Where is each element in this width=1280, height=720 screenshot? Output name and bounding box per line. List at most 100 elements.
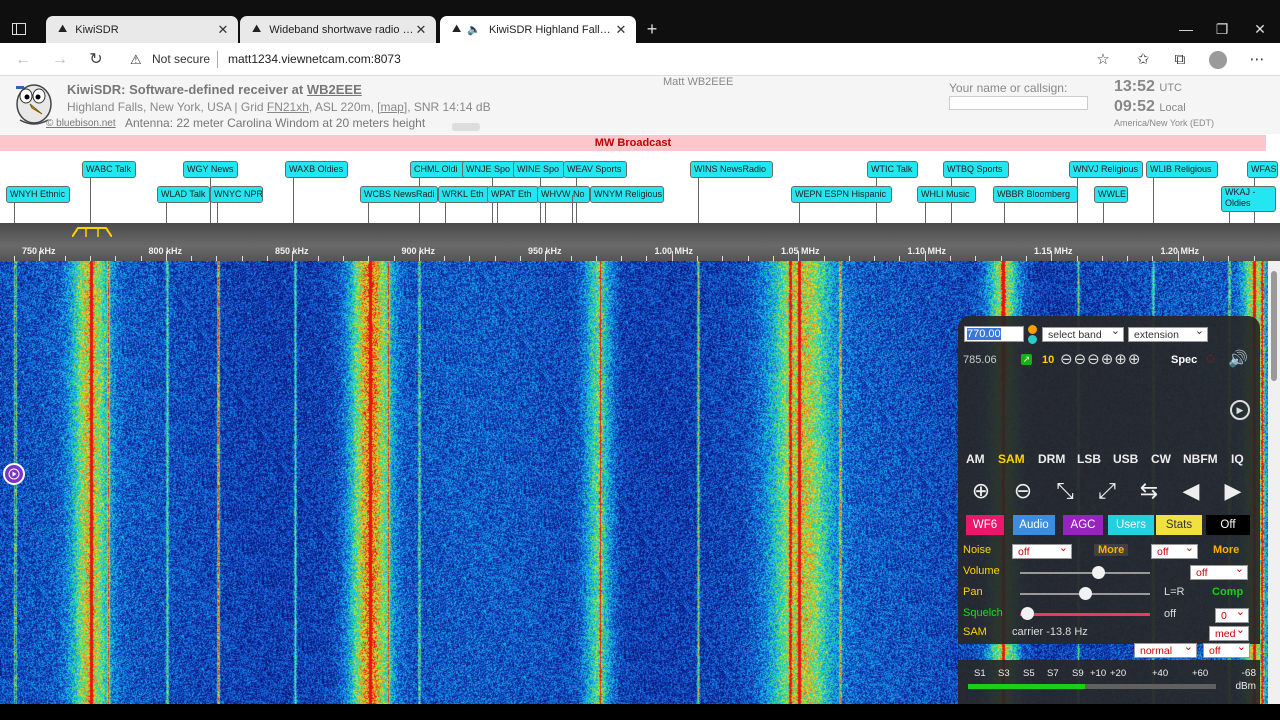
mode-button-am[interactable]: AM xyxy=(966,452,985,466)
panel-tab-users[interactable]: Users xyxy=(1108,515,1154,535)
header-collapse-toggle[interactable] xyxy=(452,123,480,131)
spec-button[interactable]: Spec xyxy=(1171,354,1197,366)
callsign-link[interactable]: WB2EEE xyxy=(307,82,362,97)
dx-label[interactable]: WTIC Talk xyxy=(867,161,918,178)
dx-label[interactable]: WINS NewsRadio xyxy=(690,161,773,178)
noise-more-1-button[interactable]: More xyxy=(1094,544,1129,556)
new-tab-button[interactable]: + xyxy=(642,20,662,40)
dx-label[interactable]: WNYC NPR xyxy=(210,186,263,203)
zoom-controls-icon[interactable]: ⊖⊖⊖⊕⊕⊕ xyxy=(1060,350,1141,368)
map-link[interactable]: map xyxy=(381,100,404,114)
frequency-scale[interactable]: 750 kHz 800 kHz 850 kHz 900 kHz 950 kHz 1.00 … xyxy=(0,223,1280,261)
restore-button[interactable]: ❐ xyxy=(1213,20,1231,38)
extension-select[interactable]: extension xyxy=(1128,324,1208,342)
volume-slider-knob[interactable] xyxy=(1092,566,1105,579)
url-field[interactable]: matt1234.viewnetcam.com:8073 xyxy=(228,52,401,66)
dx-label[interactable]: WHVW No xyxy=(537,186,590,203)
tab-kiwisdr-highland[interactable]: ⛰ 🔈 KiwiSDR Highland Falls, New York ✕ xyxy=(440,16,636,43)
mode-button-nbfm[interactable]: NBFM xyxy=(1183,452,1218,466)
zoom-band-icon[interactable]: ⤡ xyxy=(1050,476,1080,506)
add-favorite-icon[interactable]: ☆ xyxy=(1093,50,1113,70)
tab-actions-icon[interactable] xyxy=(8,20,30,38)
freq-down-icon[interactable] xyxy=(1028,335,1037,344)
back-icon[interactable]: ← xyxy=(14,51,32,69)
panel-tab-wf6[interactable]: WF6 xyxy=(966,515,1004,535)
security-status[interactable]: Not secure xyxy=(152,52,210,66)
record-icon[interactable]: ◌ xyxy=(1206,350,1215,367)
comp-button[interactable]: Comp xyxy=(1212,586,1243,598)
sam-select-2[interactable]: normal xyxy=(1134,640,1197,658)
page-right-icon[interactable]: ▶ xyxy=(1218,476,1248,506)
minimize-button[interactable]: — xyxy=(1177,20,1195,38)
close-window-button[interactable]: ✕ xyxy=(1251,20,1269,38)
panel-tab-stats[interactable]: Stats xyxy=(1156,515,1202,535)
mode-button-drm[interactable]: DRM xyxy=(1038,452,1065,466)
dx-label[interactable]: WKAJ - Oldies xyxy=(1221,186,1276,212)
dx-label[interactable]: CHML Oldi xyxy=(410,161,467,178)
freq-up-icon[interactable] xyxy=(1028,325,1037,334)
dx-label[interactable]: WFAS Talk xyxy=(1247,161,1278,178)
noise-select-1[interactable]: off xyxy=(1012,541,1072,559)
band-select[interactable]: select band xyxy=(1042,324,1124,342)
close-icon[interactable]: ✕ xyxy=(216,22,230,37)
warning-icon[interactable]: ⚠ xyxy=(130,52,142,68)
pan-slider-knob[interactable] xyxy=(1079,587,1092,600)
zoom-in-icon[interactable]: ⊕ xyxy=(966,476,996,506)
dx-label[interactable]: WNJE Spo xyxy=(462,161,517,178)
dx-label[interactable]: WCBS NewsRadi xyxy=(360,186,438,203)
more-menu-icon[interactable]: ⋯ xyxy=(1247,50,1267,70)
squelch-select[interactable]: 0 xyxy=(1215,605,1249,623)
band-name-strip[interactable]: MW Broadcast xyxy=(0,135,1266,151)
dx-label[interactable]: WLAD Talk xyxy=(157,186,210,203)
mode-button-sam[interactable]: SAM xyxy=(998,452,1025,466)
pan-arrows-icon[interactable]: ⇆ xyxy=(1134,476,1164,506)
noise-more-2-button[interactable]: More xyxy=(1213,544,1239,556)
dx-label[interactable]: WNVJ Religious xyxy=(1069,161,1143,178)
grid-link[interactable]: FN21xh xyxy=(267,100,309,114)
reload-icon[interactable]: ↻ xyxy=(87,51,105,69)
dx-label[interactable]: WEPN ESPN Hispanic xyxy=(791,186,892,203)
squelch-slider[interactable] xyxy=(1020,613,1150,616)
noise-select-2[interactable]: off xyxy=(1151,541,1198,559)
panel-tab-off[interactable]: Off xyxy=(1206,515,1250,535)
panel-tab-audio[interactable]: Audio xyxy=(1013,515,1055,535)
passband-marker-icon[interactable] xyxy=(72,227,112,237)
mode-button-usb[interactable]: USB xyxy=(1113,452,1138,466)
vertical-scrollbar[interactable] xyxy=(1268,261,1280,720)
zoom-out-icon[interactable]: ⊖ xyxy=(1008,476,1038,506)
page-left-icon[interactable]: ◀ xyxy=(1176,476,1206,506)
favorites-icon[interactable]: ✩ xyxy=(1133,50,1153,70)
scrollbar-thumb[interactable] xyxy=(1271,271,1277,381)
collections-icon[interactable]: ⧉ xyxy=(1170,50,1190,70)
volume-slider[interactable] xyxy=(1020,572,1150,574)
dx-label[interactable]: WINE Spo xyxy=(513,161,565,178)
frequency-input[interactable]: 770.00 xyxy=(964,326,1024,342)
dx-label[interactable]: WEAV Sports xyxy=(563,161,627,178)
squelch-slider-knob[interactable] xyxy=(1020,607,1034,620)
dx-label[interactable]: WRKL Eth xyxy=(438,186,490,203)
sam-select-1[interactable]: med xyxy=(1209,623,1249,641)
dx-label[interactable]: WGY News xyxy=(183,161,238,178)
mode-button-cw[interactable]: CW xyxy=(1151,452,1171,466)
volume-select[interactable]: off xyxy=(1190,562,1248,580)
dx-label[interactable]: WHLI Music xyxy=(917,186,976,203)
close-icon[interactable]: ✕ xyxy=(414,22,428,37)
zoom-max-icon[interactable]: ⤢ xyxy=(1092,476,1122,506)
dx-label[interactable]: WABC Talk xyxy=(82,161,136,178)
dx-label[interactable]: WBBR Bloomberg xyxy=(993,186,1078,203)
dx-label[interactable]: WPAT Eth xyxy=(487,186,539,203)
sam-select-3[interactable]: off xyxy=(1203,640,1250,658)
zoom-lock-icon[interactable]: ↗ xyxy=(1021,354,1032,365)
dx-label[interactable]: WNYH Ethnic xyxy=(6,186,70,203)
dx-label[interactable]: WWLE xyxy=(1094,186,1128,203)
dx-label[interactable]: WTBQ Sports xyxy=(943,161,1009,178)
dx-label[interactable]: WAXB Oldies xyxy=(285,161,348,178)
forward-icon[interactable]: → xyxy=(51,51,69,69)
logo-credit-link[interactable]: © bluebison.net xyxy=(46,118,116,129)
dx-label[interactable]: WNYM Religious xyxy=(590,186,664,203)
tab-wideband[interactable]: ⛰ Wideband shortwave radio receiver ✕ xyxy=(240,16,436,43)
close-icon[interactable]: ✕ xyxy=(614,22,628,37)
dx-label[interactable]: WLIB Religious xyxy=(1146,161,1218,178)
panel-tab-agc[interactable]: AGC xyxy=(1063,515,1103,535)
tab-kiwisdr[interactable]: ⛰ KiwiSDR ✕ xyxy=(46,16,238,43)
